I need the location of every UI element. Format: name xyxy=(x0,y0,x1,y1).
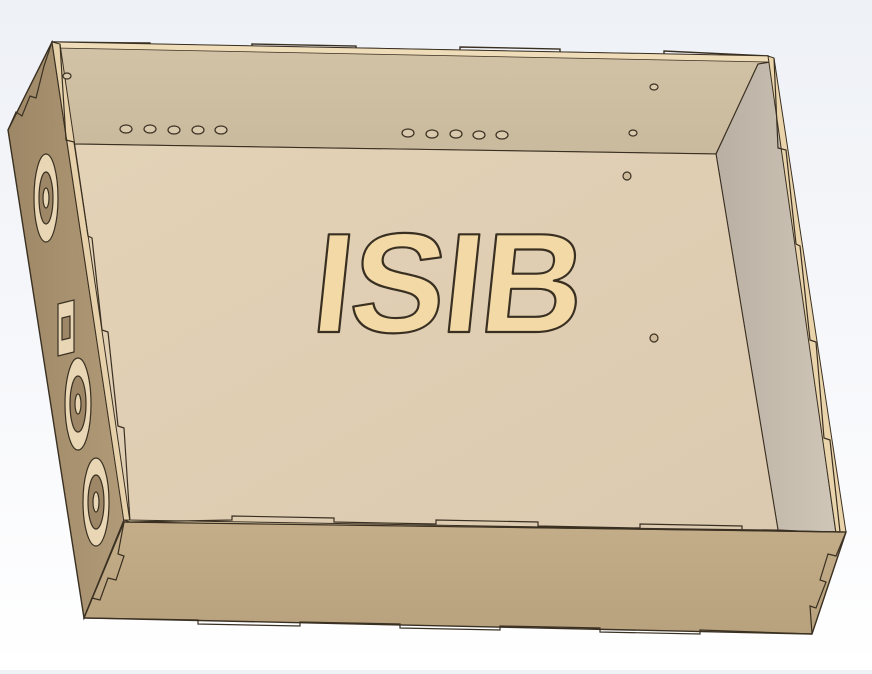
fan-grille-icon xyxy=(82,457,110,547)
fan-grille-icon xyxy=(64,357,92,451)
power-socket-icon xyxy=(57,299,75,357)
cad-viewport[interactable]: ISIB xyxy=(0,0,872,670)
fan-grille-icon xyxy=(33,153,59,243)
engraving-text: ISIB xyxy=(306,204,591,363)
cad-model-view[interactable]: ISIB xyxy=(0,0,872,670)
front-wall[interactable] xyxy=(82,521,847,635)
